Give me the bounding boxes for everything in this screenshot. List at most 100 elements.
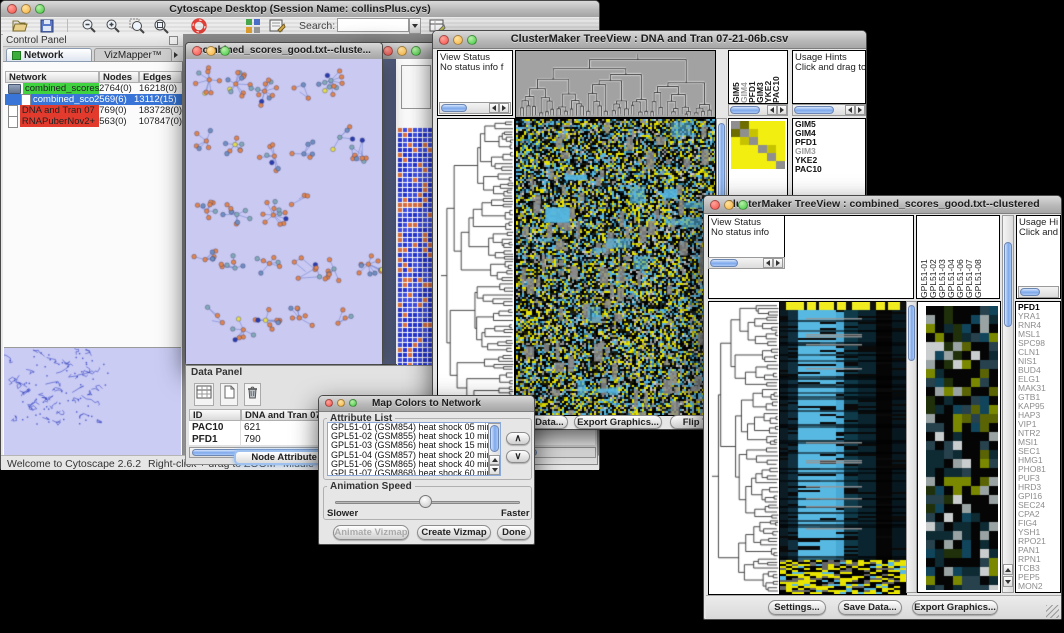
gene-label[interactable]: RPO21 bbox=[1016, 537, 1060, 546]
heatmap-canvas[interactable] bbox=[515, 118, 716, 416]
view-status-hscrollbar[interactable] bbox=[708, 257, 785, 269]
save-data-button[interactable]: Save Data... bbox=[838, 600, 902, 615]
zoom-button[interactable] bbox=[220, 46, 230, 56]
gene-label[interactable]: PAC10 bbox=[793, 165, 865, 174]
scrollbar-thumb[interactable] bbox=[490, 425, 499, 452]
column-label[interactable]: PFD1 bbox=[748, 53, 756, 103]
row-dendrogram-canvas[interactable] bbox=[708, 301, 780, 595]
minimize-button[interactable] bbox=[724, 200, 734, 210]
gene-label[interactable]: PFD1 bbox=[1016, 303, 1060, 312]
scroll-left-button[interactable] bbox=[763, 258, 773, 268]
gene-label[interactable]: CPA2 bbox=[1016, 510, 1060, 519]
attribute-item[interactable]: GPL51-07 (GSM868) heat shock 60 min bbox=[328, 469, 500, 476]
scroll-down-button[interactable] bbox=[1003, 576, 1013, 587]
scroll-up-button[interactable] bbox=[489, 455, 500, 465]
delete-icon[interactable] bbox=[244, 383, 261, 406]
scrollbar-thumb[interactable] bbox=[441, 104, 467, 112]
tab-overflow-button[interactable] bbox=[174, 50, 182, 60]
gene-label[interactable]: GIM3 bbox=[793, 147, 865, 156]
scrollbar-thumb[interactable] bbox=[730, 106, 760, 114]
done-button[interactable]: Done bbox=[497, 525, 531, 540]
gene-label[interactable]: RNR4 bbox=[1016, 321, 1060, 330]
column-label[interactable]: GIM4 bbox=[740, 53, 748, 103]
close-button[interactable] bbox=[383, 46, 393, 56]
scrollbar-thumb[interactable] bbox=[908, 305, 915, 361]
gene-label[interactable]: ELG1 bbox=[1016, 375, 1060, 384]
gene-label[interactable]: FIG4 bbox=[1016, 519, 1060, 528]
column-label[interactable]: GPL51-08 (GSM872) bbox=[974, 218, 983, 298]
gene-label[interactable]: PAN1 bbox=[1016, 546, 1060, 555]
close-button[interactable] bbox=[710, 200, 720, 210]
data-row-id[interactable]: PAC10 bbox=[189, 421, 241, 433]
grid-network-canvas[interactable] bbox=[397, 127, 434, 378]
close-button[interactable] bbox=[439, 35, 449, 45]
column-label[interactable]: GPL51-02 (GSM855) bbox=[929, 218, 938, 298]
row-dendrogram-canvas[interactable] bbox=[437, 118, 515, 416]
gene-label[interactable]: HMG1 bbox=[1016, 456, 1060, 465]
minimize-button[interactable] bbox=[206, 46, 216, 56]
gene-label[interactable]: YSH1 bbox=[1016, 528, 1060, 537]
scrollbar-thumb[interactable] bbox=[710, 259, 738, 267]
close-button[interactable] bbox=[7, 4, 17, 14]
gene-label[interactable]: MSL1 bbox=[1016, 330, 1060, 339]
search-dropdown-button[interactable] bbox=[409, 18, 421, 34]
view-status-hscrollbar[interactable] bbox=[439, 102, 511, 114]
float-panel-icon[interactable] bbox=[169, 36, 178, 45]
network-row-combined-scores[interactable]: combined_scores 2764(0) 16218(0) bbox=[5, 83, 182, 94]
tab-network[interactable]: Network bbox=[6, 48, 92, 62]
close-button[interactable] bbox=[192, 46, 202, 56]
network-row-rnapubernov2[interactable]: RNAPuberNov2+ 563(0) 107847(0) bbox=[5, 116, 182, 127]
gene-label[interactable]: PEP5 bbox=[1016, 573, 1060, 582]
attribute-item[interactable]: GPL51-01 (GSM854) heat shock 05 min bbox=[328, 423, 500, 432]
zoom-button[interactable] bbox=[411, 46, 421, 56]
gene-label[interactable]: MSI1 bbox=[1016, 438, 1060, 447]
scrollbar-thumb[interactable] bbox=[1020, 288, 1040, 296]
column-dendrogram-canvas[interactable] bbox=[515, 50, 716, 118]
move-up-button[interactable]: ∧ bbox=[506, 432, 530, 445]
speed-slider-thumb[interactable] bbox=[419, 495, 432, 508]
scroll-right-button[interactable] bbox=[777, 105, 787, 115]
gene-label[interactable]: NIS1 bbox=[1016, 357, 1060, 366]
scroll-left-button[interactable] bbox=[767, 105, 777, 115]
export-graphics-button[interactable]: Export Graphics... bbox=[912, 600, 998, 615]
gene-label[interactable]: CLN1 bbox=[1016, 348, 1060, 357]
minimize-button[interactable] bbox=[21, 4, 31, 14]
zoom-button[interactable] bbox=[35, 4, 45, 14]
usage-hints-hscrollbar[interactable] bbox=[792, 104, 866, 116]
minimize-button[interactable] bbox=[397, 46, 407, 56]
move-down-button[interactable]: ∨ bbox=[506, 450, 530, 463]
column-label[interactable]: GPL51-04 (GSM857) bbox=[947, 218, 956, 298]
gene-label[interactable]: BUD4 bbox=[1016, 366, 1060, 375]
minimize-button[interactable] bbox=[337, 399, 345, 407]
usage-hints-hscrollbar[interactable] bbox=[1018, 286, 1059, 298]
resize-grip[interactable] bbox=[1046, 605, 1059, 618]
close-button[interactable] bbox=[325, 399, 333, 407]
network-overview-canvas[interactable] bbox=[4, 347, 181, 455]
export-graphics-button[interactable]: Export Graphics... bbox=[574, 415, 662, 429]
minimize-button[interactable] bbox=[453, 35, 463, 45]
scroll-down-button[interactable] bbox=[489, 465, 500, 475]
search-input[interactable] bbox=[337, 18, 409, 32]
attribute-item[interactable]: GPL51-03 (GSM856) heat shock 15 min bbox=[328, 441, 500, 450]
column-label[interactable]: GIM5 bbox=[732, 53, 740, 103]
gene-label[interactable]: HRD3 bbox=[1016, 483, 1060, 492]
network-view-canvas[interactable] bbox=[186, 59, 382, 364]
scroll-left-button[interactable] bbox=[845, 105, 855, 115]
scroll-left-button[interactable] bbox=[489, 103, 499, 113]
gene-label[interactable]: SPC98 bbox=[1016, 339, 1060, 348]
treeview2-title-bar[interactable]: ClusterMaker TreeView : combined_scores_… bbox=[704, 196, 1061, 214]
gene-label[interactable]: NTR2 bbox=[1016, 429, 1060, 438]
attribute-item[interactable]: GPL51-02 (GSM855) heat shock 10 min bbox=[328, 432, 500, 441]
gene-label[interactable]: GIM5 bbox=[793, 120, 865, 129]
tab-vizmapper[interactable]: VizMapper™ bbox=[94, 48, 172, 62]
column-label[interactable]: GPL51-07 (GSM868) bbox=[965, 218, 974, 298]
zoom-button[interactable] bbox=[349, 399, 357, 407]
treeview1-title-bar[interactable]: ClusterMaker TreeView : DNA and Tran 07-… bbox=[433, 31, 866, 49]
gene-label[interactable]: MAK31 bbox=[1016, 384, 1060, 393]
gene-label[interactable]: KAP95 bbox=[1016, 402, 1060, 411]
scroll-right-button[interactable] bbox=[773, 258, 783, 268]
scrollbar-thumb[interactable] bbox=[1004, 242, 1012, 327]
network-row-combined-sco-selected[interactable]: combined_sco 2569(6) 13112(15) bbox=[5, 94, 182, 105]
new-document-icon[interactable] bbox=[220, 383, 238, 406]
scroll-up-button[interactable] bbox=[1003, 564, 1013, 575]
